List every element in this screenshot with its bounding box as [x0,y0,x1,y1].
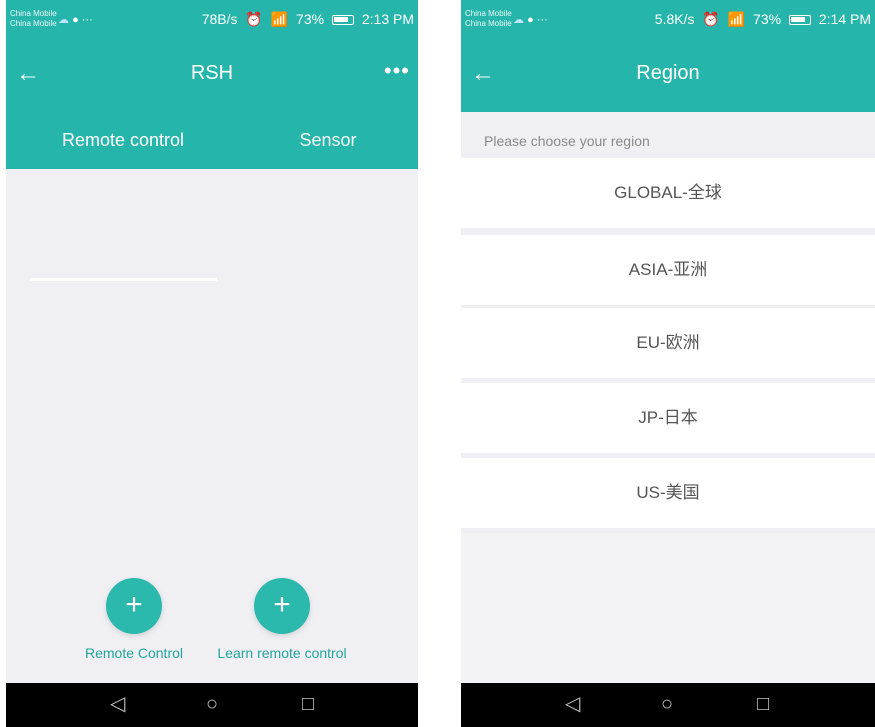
network-speed: 78B/s [201,11,238,27]
empty-area [461,533,875,683]
weather-icon: ☁ [513,14,524,26]
page-title: Region [636,62,700,84]
app-bar: ← RSH ••• [6,40,418,112]
learn-remote-control-label[interactable]: Learn remote control [206,645,358,661]
region-option-us[interactable]: US-美国 [461,458,875,528]
nav-home-icon[interactable]: ○ [661,693,673,715]
plus-icon: + [125,588,143,621]
battery-percent: 73% [296,11,325,27]
add-remote-control-button[interactable]: + [106,578,162,634]
status-bar: China Mobile China Mobile ☁ ● ··· 5.8K/s… [461,0,875,40]
nav-home-icon[interactable]: ○ [206,693,218,715]
carrier-2: China Mobile [10,19,57,28]
region-option-asia[interactable]: ASIA-亚洲 [461,235,875,305]
system-nav-bar: ◁ ○ □ [461,683,875,727]
region-screen: China Mobile China Mobile ☁ ● ··· 5.8K/s… [461,0,875,727]
active-tab-indicator [30,278,217,281]
nav-recent-icon[interactable]: □ [302,693,314,715]
carrier-label: China Mobile China Mobile [10,9,57,29]
battery-icon [331,15,354,26]
status-right: 5.8K/s ⏰ 📶 73% 2:14 PM [651,11,871,28]
app-bar: ← Region [461,40,875,112]
nav-recent-icon[interactable]: □ [757,693,769,715]
notification-dot-icon: ● [72,14,79,26]
nav-back-icon[interactable]: ◁ [110,693,125,715]
battery-percent: 73% [753,11,782,27]
tab-sensor[interactable]: Sensor [262,112,394,169]
nav-back-icon[interactable]: ◁ [565,693,580,715]
region-option-eu[interactable]: EU-欧洲 [461,308,875,378]
status-right: 78B/s ⏰ 📶 73% 2:13 PM [198,11,414,28]
add-remote-control-label[interactable]: Remote Control [78,645,190,661]
notification-icons: ☁ ● ··· [58,13,93,26]
clock: 2:14 PM [818,11,871,27]
region-hint: Please choose your region [484,133,650,149]
status-bar: China Mobile China Mobile ☁ ● ··· 78B/s … [6,0,418,40]
wifi-icon: 📶 [270,11,289,27]
more-menu-icon[interactable]: ••• [384,58,410,84]
tab-remote-control[interactable]: Remote control [30,112,216,169]
rsh-screen: China Mobile China Mobile ☁ ● ··· 78B/s … [6,0,418,727]
carrier-2: China Mobile [465,19,512,28]
page-title: RSH [190,62,234,84]
carrier-1: China Mobile [465,9,512,18]
battery-icon [788,15,811,26]
tab-bar: Remote control Sensor [6,112,418,281]
region-option-jp[interactable]: JP-日本 [461,383,875,453]
weather-icon: ☁ [58,14,69,26]
alarm-icon: ⏰ [702,11,720,27]
plus-icon: + [273,588,291,621]
carrier-1: China Mobile [10,9,57,18]
more-notifications-icon: ··· [81,14,93,26]
alarm-icon: ⏰ [245,11,263,27]
learn-remote-control-button[interactable]: + [254,578,310,634]
network-speed: 5.8K/s [654,11,695,27]
notification-dot-icon: ● [527,14,534,26]
region-option-global[interactable]: GLOBAL-全球 [461,158,875,228]
notification-icons: ☁ ● ··· [513,13,548,26]
more-notifications-icon: ··· [536,14,548,26]
carrier-label: China Mobile China Mobile [465,9,512,29]
system-nav-bar: ◁ ○ □ [6,683,418,727]
wifi-icon: 📶 [727,11,746,27]
clock: 2:13 PM [361,11,414,27]
